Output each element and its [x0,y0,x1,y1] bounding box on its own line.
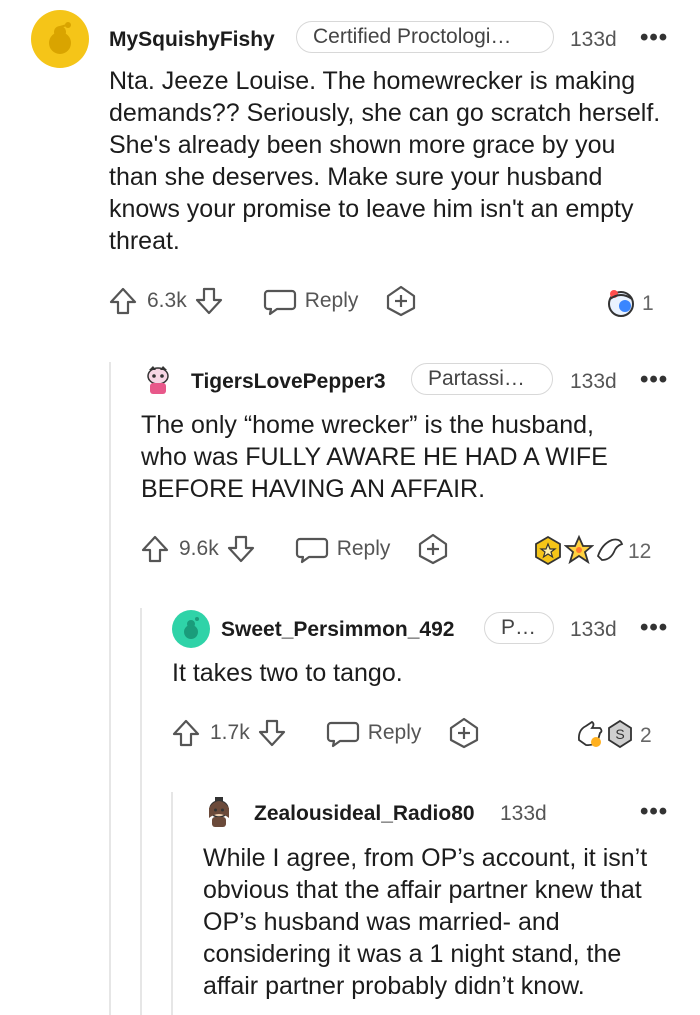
awards-count: 12 [628,540,652,563]
snoo-icon [147,366,169,394]
reply-button[interactable]: Reply [295,533,391,565]
comment-body: Nta. Jeeze Louise. The homewrecker is ma… [109,67,661,255]
timestamp: 133d [500,802,547,825]
snoo-icon [49,22,71,54]
username[interactable]: Sweet_Persimmon_492 [221,618,454,642]
awards-icons[interactable] [532,534,626,566]
avatar[interactable] [31,10,89,68]
chat-bubble-icon [295,533,329,565]
award-add-icon[interactable] [384,284,418,318]
star-award-icon [564,534,594,565]
user-flair: P… [484,612,554,644]
avatar[interactable] [142,364,174,396]
avatar[interactable] [172,610,210,648]
timestamp: 133d [570,28,617,51]
gold-award-icon [535,535,561,566]
comment-actions: 9.6k Reply [139,529,450,569]
awards-icons[interactable]: S [574,718,634,750]
thread-line[interactable] [171,792,173,1015]
upvote-icon[interactable] [107,285,139,317]
comment-body: The only “home wrecker” is the husband, … [141,411,608,503]
more-options-icon[interactable]: ••• [640,616,668,640]
username[interactable]: MySquishyFishy [109,28,275,52]
avatar[interactable] [203,796,235,828]
comment-actions: 1.7k Reply [170,713,481,753]
downvote-icon[interactable] [225,533,257,565]
reply-label: Reply [367,721,422,744]
more-options-icon[interactable]: ••• [640,800,668,824]
timestamp: 133d [570,618,617,641]
downvote-icon[interactable] [256,717,288,749]
upvote-icon[interactable] [139,533,171,565]
reply-label: Reply [304,289,359,312]
user-flair: Certified Proctologi… [296,21,554,53]
more-options-icon[interactable]: ••• [640,368,668,392]
user-flair: Partassi… [411,363,553,395]
hand-award-icon [596,538,624,561]
reply-label: Reply [336,537,391,560]
comment-body: While I agree, from OP’s account, it isn… [203,844,648,1000]
upvote-icon[interactable] [170,717,202,749]
more-options-icon[interactable]: ••• [640,26,668,50]
thread-line[interactable] [109,362,111,1015]
awards-count: 1 [642,292,654,315]
reply-button[interactable]: Reply [326,717,422,749]
comment-actions: 6.3k Reply [107,281,418,321]
downvote-icon[interactable] [193,285,225,317]
vote-count: 9.6k [179,537,219,560]
award-add-icon[interactable] [416,532,450,566]
snoo-icon [209,797,229,827]
reply-button[interactable]: Reply [263,285,359,317]
award-icon[interactable] [604,287,638,319]
chat-bubble-icon [326,717,360,749]
thread-line[interactable] [140,608,142,1015]
vote-count: 1.7k [210,721,250,744]
username[interactable]: TigersLovePepper3 [191,370,386,394]
snoo-icon [184,617,199,639]
silver-award-icon: S [608,719,632,749]
chat-bubble-icon [263,285,297,317]
comment-body: It takes two to tango. [172,659,403,687]
username[interactable]: Zealousideal_Radio80 [254,802,475,826]
hand-award-icon [577,720,603,747]
timestamp: 133d [570,370,617,393]
svg-text:S: S [615,726,624,742]
award-add-icon[interactable] [447,716,481,750]
vote-count: 6.3k [147,289,187,312]
awards-count: 2 [640,724,652,747]
